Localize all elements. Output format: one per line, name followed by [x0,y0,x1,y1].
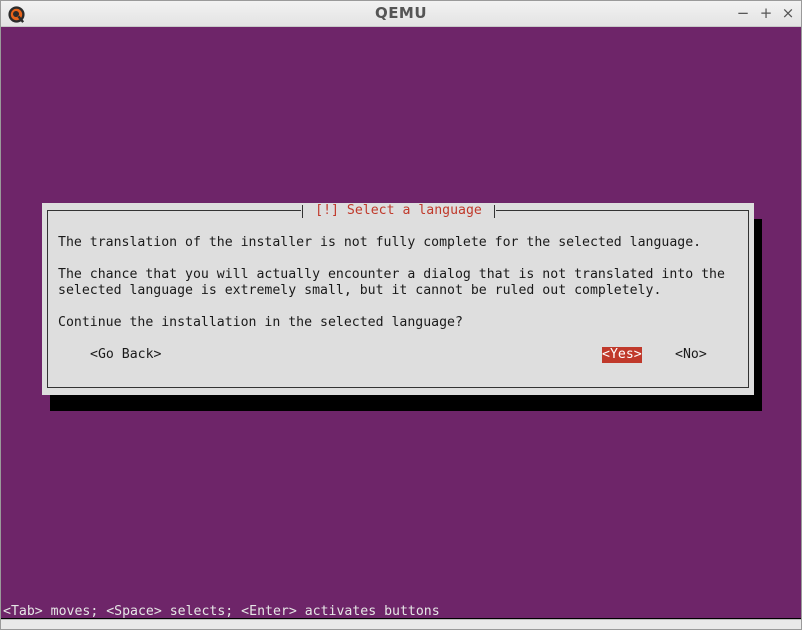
dialog-text-line-1: The translation of the installer is not … [58,235,702,250]
maximize-button[interactable]: + [757,4,775,22]
vm-screen[interactable]: [!] Select a language The translation of… [1,27,801,620]
yes-button[interactable]: <Yes> [602,347,642,363]
go-back-button[interactable]: <Go Back> [90,347,161,363]
dialog-text-line-2: The chance that you will actually encoun… [58,267,725,282]
dialog-question: Continue the installation in the selecte… [58,315,463,330]
no-button[interactable]: <No> [675,347,707,363]
language-dialog: [!] Select a language The translation of… [42,203,754,395]
window-title: QEMU [374,4,428,22]
dialog-title: [!] Select a language [301,203,496,219]
window-bottom-border [1,619,801,629]
dialog-text-line-3: selected language is extremely small, bu… [58,283,662,298]
title-bar[interactable]: QEMU − + × [1,1,801,27]
close-button[interactable]: × [779,4,797,22]
qemu-window: QEMU − + × [!] Select a language The tra… [0,0,802,630]
minimize-button[interactable]: − [734,4,752,22]
